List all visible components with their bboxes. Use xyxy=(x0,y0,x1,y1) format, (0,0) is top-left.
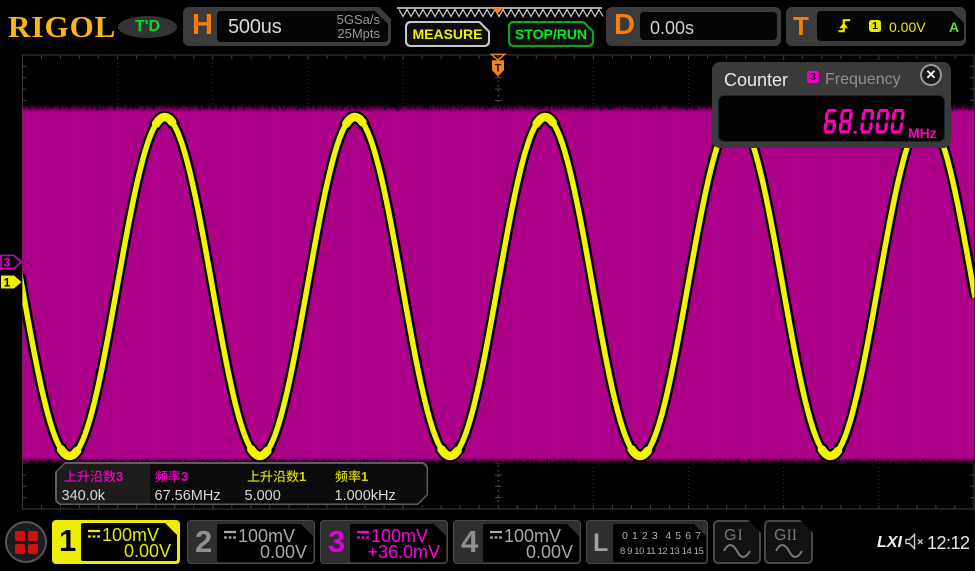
svg-text:T: T xyxy=(495,63,502,75)
svg-text:1: 1 xyxy=(361,470,368,484)
svg-text:1: 1 xyxy=(4,276,11,290)
svg-text:3: 3 xyxy=(4,256,11,270)
svg-text:3: 3 xyxy=(116,470,123,484)
svg-text:1: 1 xyxy=(299,470,306,484)
svg-text:3: 3 xyxy=(181,470,188,484)
